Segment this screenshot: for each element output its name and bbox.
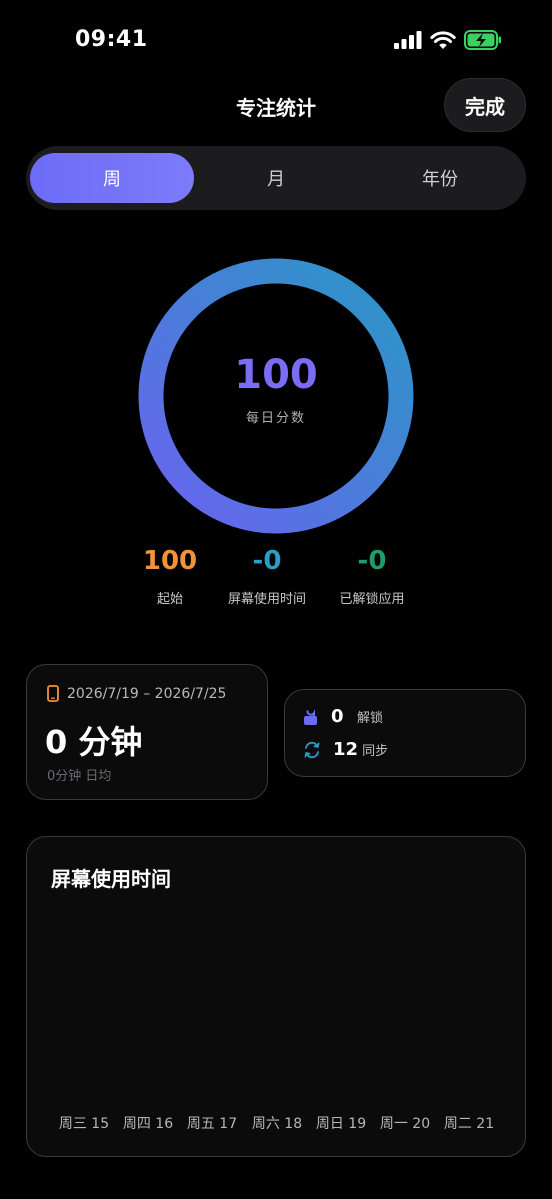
date-range-text: 2026/7/19 – 2026/7/25 [67, 685, 227, 702]
total-screen-time: 0 分钟 [45, 723, 143, 761]
phone-icon [47, 685, 59, 702]
stat-screen-time-label: 屏幕使用时间 [227, 592, 306, 607]
screen-time-chart-card: 屏幕使用时间 周三 15 周四 16 周五 17 周六 18 周日 19 周一 … [26, 836, 526, 1157]
period-segmented-control: 周 月 年份 [26, 146, 526, 210]
day-label: 周日 19 [315, 1116, 367, 1132]
status-time: 09:41 [75, 27, 148, 52]
unlocks-value: 0 [331, 706, 344, 727]
daily-score-value: 100 [234, 351, 318, 398]
sync-icon [304, 741, 320, 758]
score-center: 100 每日分数 [138, 258, 414, 534]
segment-month[interactable]: 月 [194, 153, 358, 203]
daily-average: 0分钟 日均 [47, 769, 112, 784]
chart-x-axis: 周三 15 周四 16 周五 17 周六 18 周日 19 周一 20 周二 2… [27, 1113, 527, 1133]
day-label: 周四 16 [122, 1116, 174, 1132]
status-icons [394, 30, 502, 50]
syncs-row: 12 同步 [303, 739, 388, 760]
daily-score-label: 每日分数 [245, 410, 306, 426]
stat-screen-time-value: -0 [252, 546, 282, 576]
day-label: 周三 15 [58, 1116, 110, 1132]
day-label: 周五 17 [186, 1116, 238, 1132]
stat-screen-time: -0 屏幕使用时间 [207, 548, 327, 607]
cellular-signal-icon [394, 31, 422, 49]
status-bar: 09:41 [0, 0, 552, 80]
syncs-value: 12 [333, 739, 359, 760]
segment-year[interactable]: 年份 [358, 153, 522, 203]
segment-week[interactable]: 周 [30, 153, 194, 203]
unlock-icon [304, 708, 317, 725]
stat-unlocked-apps: -0 已解锁应用 [312, 548, 432, 607]
chart-title: 屏幕使用时间 [51, 867, 171, 891]
day-label: 周六 18 [251, 1116, 303, 1132]
battery-charging-icon [464, 30, 501, 50]
day-label: 周二 21 [443, 1116, 495, 1132]
unlocks-label: 解锁 [357, 711, 384, 726]
syncs-label: 同步 [362, 744, 389, 759]
wifi-icon [430, 30, 456, 49]
stat-unlocked-apps-value: -0 [357, 546, 387, 576]
stat-unlocked-apps-label: 已解锁应用 [339, 592, 405, 607]
date-range-row: 2026/7/19 – 2026/7/25 [47, 685, 226, 702]
done-button[interactable]: 完成 [444, 78, 526, 132]
unlock-sync-card: 0 解锁 12 同步 [284, 689, 526, 777]
date-range-card[interactable]: 2026/7/19 – 2026/7/25 0 分钟 0分钟 日均 [26, 664, 268, 800]
score-ring: 100 每日分数 [138, 258, 414, 534]
unlocks-row: 0 解锁 [303, 706, 383, 727]
stats-row: 100 起始 -0 屏幕使用时间 -0 已解锁应用 [0, 548, 552, 608]
day-label: 周一 20 [379, 1116, 431, 1132]
